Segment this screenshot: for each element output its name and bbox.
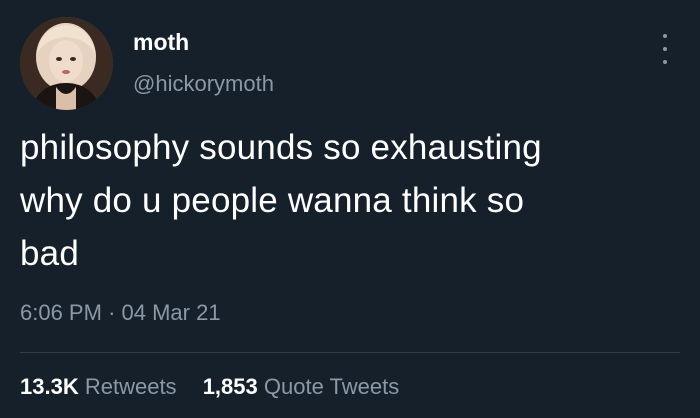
avatar[interactable] [20, 17, 113, 110]
more-options-icon[interactable] [660, 34, 670, 64]
tweet-text-line: philosophy sounds so exhausting [20, 128, 542, 167]
retweets-stat[interactable]: 13.3K Retweets [20, 372, 177, 402]
quote-tweets-count: 1,853 [202, 374, 258, 399]
tweet-card: moth @hickorymoth philosophy sounds so e… [0, 0, 700, 418]
retweets-count: 13.3K [20, 374, 79, 399]
quote-tweets-stat[interactable]: 1,853 Quote Tweets [203, 372, 400, 402]
tweet-timestamp[interactable]: 6:06 PM · 04 Mar 21 [20, 299, 221, 327]
user-info: moth @hickorymoth [133, 28, 274, 98]
dot [663, 47, 667, 51]
quote-tweets-label: Quote Tweets [263, 374, 400, 399]
dot [663, 60, 667, 64]
tweet-time: 6:06 PM [20, 300, 102, 325]
user-handle[interactable]: @hickorymoth [133, 70, 274, 98]
avatar-photo [20, 17, 113, 110]
dot [663, 34, 667, 38]
meta-separator: · [108, 300, 116, 325]
tweet-date: 04 Mar 21 [121, 300, 221, 325]
tweet-stats: 13.3K Retweets 1,853 Quote Tweets [20, 372, 399, 402]
retweets-label: Retweets [84, 374, 177, 399]
tweet-text-line: bad [20, 234, 79, 273]
divider [20, 352, 680, 353]
display-name[interactable]: moth [133, 28, 274, 56]
tweet-text-line: why do u people wanna think so [20, 181, 525, 220]
tweet-text: philosophy sounds so exhausting why do u… [20, 121, 680, 280]
